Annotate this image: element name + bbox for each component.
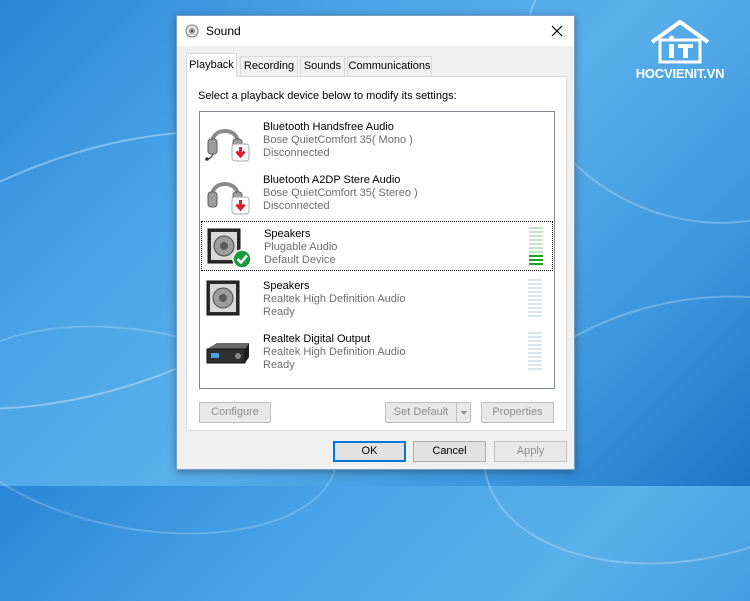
volume-meter-segment: [528, 299, 542, 301]
volume-meter-segment: [528, 368, 542, 370]
ok-button[interactable]: OK: [333, 441, 406, 462]
device-status: Default Device: [264, 254, 336, 266]
default-check-badge: [232, 249, 252, 269]
volume-meter-segment: [528, 352, 542, 354]
volume-meter-segment: [528, 348, 542, 350]
volume-meter-segment: [528, 315, 542, 317]
volume-meter: [528, 332, 542, 372]
speaker-icon: [206, 280, 240, 316]
device-status: Disconnected: [263, 200, 330, 212]
title-bar[interactable]: Sound: [177, 16, 574, 46]
volume-meter-segment: [528, 311, 542, 313]
volume-meter-segment: [528, 360, 542, 362]
volume-meter-segment: [528, 340, 542, 342]
watermark-logo: HOCVIENIT.VN: [620, 18, 740, 88]
volume-meter-segment: [528, 291, 542, 293]
device-description: Realtek High Definition Audio: [263, 293, 406, 305]
volume-meter: [528, 279, 542, 319]
volume-meter-segment: [529, 255, 543, 257]
volume-meter-segment: [528, 336, 542, 338]
volume-meter-segment: [528, 279, 542, 281]
playback-prompt: Select a playback device below to modify…: [198, 90, 457, 102]
volume-meter-segment: [529, 243, 543, 245]
device-name: Speakers: [263, 280, 310, 292]
device-status: Ready: [263, 306, 295, 318]
set-default-button[interactable]: Set Default: [385, 402, 471, 423]
apply-button[interactable]: Apply: [494, 441, 567, 462]
tab-sounds[interactable]: Sounds: [300, 56, 345, 76]
cancel-button[interactable]: Cancel: [413, 441, 486, 462]
volume-meter-segment: [529, 239, 543, 241]
device-name: Bluetooth A2DP Stere Audio: [263, 174, 401, 186]
volume-meter-segment: [528, 287, 542, 289]
sound-app-icon: [185, 24, 199, 38]
set-default-dropdown[interactable]: [456, 403, 470, 422]
device-list[interactable]: Bluetooth Handsfree Audio Bose QuietComf…: [199, 111, 555, 389]
volume-meter-segment: [528, 303, 542, 305]
volume-meter-segment: [528, 344, 542, 346]
volume-meter-segment: [528, 295, 542, 297]
configure-button[interactable]: Configure: [199, 402, 271, 423]
properties-button[interactable]: Properties: [481, 402, 554, 423]
volume-meter-segment: [529, 251, 543, 253]
volume-meter-segment: [529, 231, 543, 233]
playback-panel: Select a playback device below to modify…: [186, 76, 567, 431]
volume-meter-segment: [528, 356, 542, 358]
watermark-text: HOCVIENIT.VN: [635, 66, 725, 81]
device-item-bluetooth-handsfree[interactable]: Bluetooth Handsfree Audio Bose QuietComf…: [201, 115, 553, 165]
device-name: Speakers: [264, 228, 311, 240]
sound-dialog: Sound Playback Recording Sounds Communic…: [176, 15, 575, 470]
volume-meter-segment: [529, 259, 543, 261]
device-item-realtek-digital-output[interactable]: Realtek Digital Output Realtek High Defi…: [201, 327, 553, 377]
device-description: Bose QuietComfort 35( Stereo ): [263, 187, 418, 199]
device-name: Realtek Digital Output: [263, 333, 370, 345]
headphones-icon: [207, 182, 250, 215]
volume-meter-segment: [528, 332, 542, 334]
volume-meter-segment: [528, 283, 542, 285]
tab-recording[interactable]: Recording: [240, 56, 298, 76]
device-status: Disconnected: [263, 147, 330, 159]
tab-communications[interactable]: Communications: [347, 56, 432, 76]
device-item-speakers-realtek[interactable]: Speakers Realtek High Definition Audio R…: [201, 274, 553, 324]
device-name: Bluetooth Handsfree Audio: [263, 121, 394, 133]
device-item-bluetooth-a2dp[interactable]: Bluetooth A2DP Stere Audio Bose QuietCom…: [201, 168, 553, 218]
volume-meter-segment: [529, 227, 543, 229]
device-description: Bose QuietComfort 35( Mono ): [263, 134, 413, 146]
volume-meter-segment: [529, 235, 543, 237]
volume-meter-segment: [529, 263, 543, 265]
chevron-down-icon: [460, 411, 468, 415]
volume-meter: [529, 227, 543, 267]
close-button[interactable]: [540, 16, 574, 46]
watermark-house-icon: [650, 20, 710, 64]
volume-meter-segment: [528, 364, 542, 366]
tab-playback[interactable]: Playback: [186, 53, 237, 77]
digital-output-icon: [206, 343, 249, 364]
speaker-icon: [207, 228, 252, 269]
device-description: Realtek High Definition Audio: [263, 346, 406, 358]
window-title: Sound: [206, 24, 241, 38]
device-item-speakers-plugable[interactable]: Speakers Plugable Audio Default Device: [201, 221, 553, 271]
volume-meter-segment: [529, 247, 543, 249]
set-default-label: Set Default: [393, 406, 449, 418]
device-description: Plugable Audio: [264, 241, 338, 253]
close-icon: [551, 25, 563, 37]
volume-meter-segment: [528, 307, 542, 309]
headphones-icon: [205, 129, 250, 162]
device-status: Ready: [263, 359, 295, 371]
